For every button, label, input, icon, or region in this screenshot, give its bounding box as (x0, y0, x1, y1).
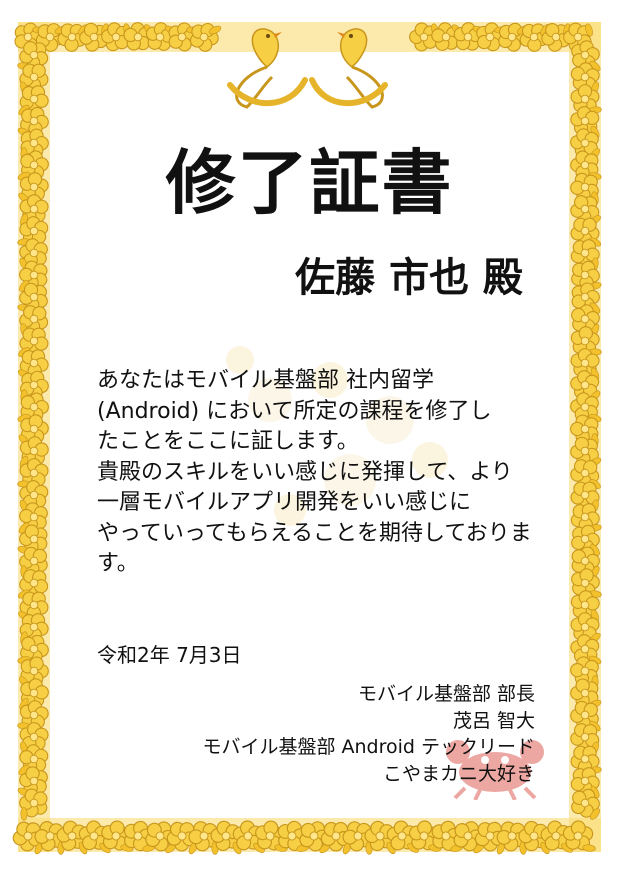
body-line: あなたはモバイル基盤部 社内留学 (97, 368, 434, 393)
recipient-name: 佐藤 市也 殿 (295, 255, 523, 301)
body-line: たことをここに証します。 (97, 429, 359, 454)
body-line: 貴殿のスキルをいい感じに発揮して、より (97, 459, 513, 485)
signature-block: モバイル基盤部 部長 茂呂 智大 モバイル基盤部 Android テックリード … (202, 681, 535, 787)
body-line: やっていってもらえることを期待しておりま (97, 520, 532, 546)
certificate-page: 修了証書 佐藤 市也 殿 あなたはモバイル基盤部 社内留学 (Android) … (0, 0, 619, 876)
body-line: 一層モバイルアプリ開発をいい感じに (97, 490, 472, 515)
body-line: (Android) において所定の課程を修了し (97, 398, 492, 424)
body-line: す。 (97, 551, 139, 576)
certificate-title: 修了証書 (165, 142, 454, 224)
signer-title: モバイル基盤部 部長 (357, 683, 535, 705)
certificate-body: あなたはモバイル基盤部 社内留学 (Android) において所定の課程を修了し… (97, 366, 537, 580)
signer-title: モバイル基盤部 Android テックリード (202, 736, 535, 758)
signer-name: 茂呂 智大 (452, 709, 535, 732)
issue-date: 令和2年 7月3日 (97, 643, 242, 667)
signer-name: こやまカニ大好き (382, 762, 535, 785)
